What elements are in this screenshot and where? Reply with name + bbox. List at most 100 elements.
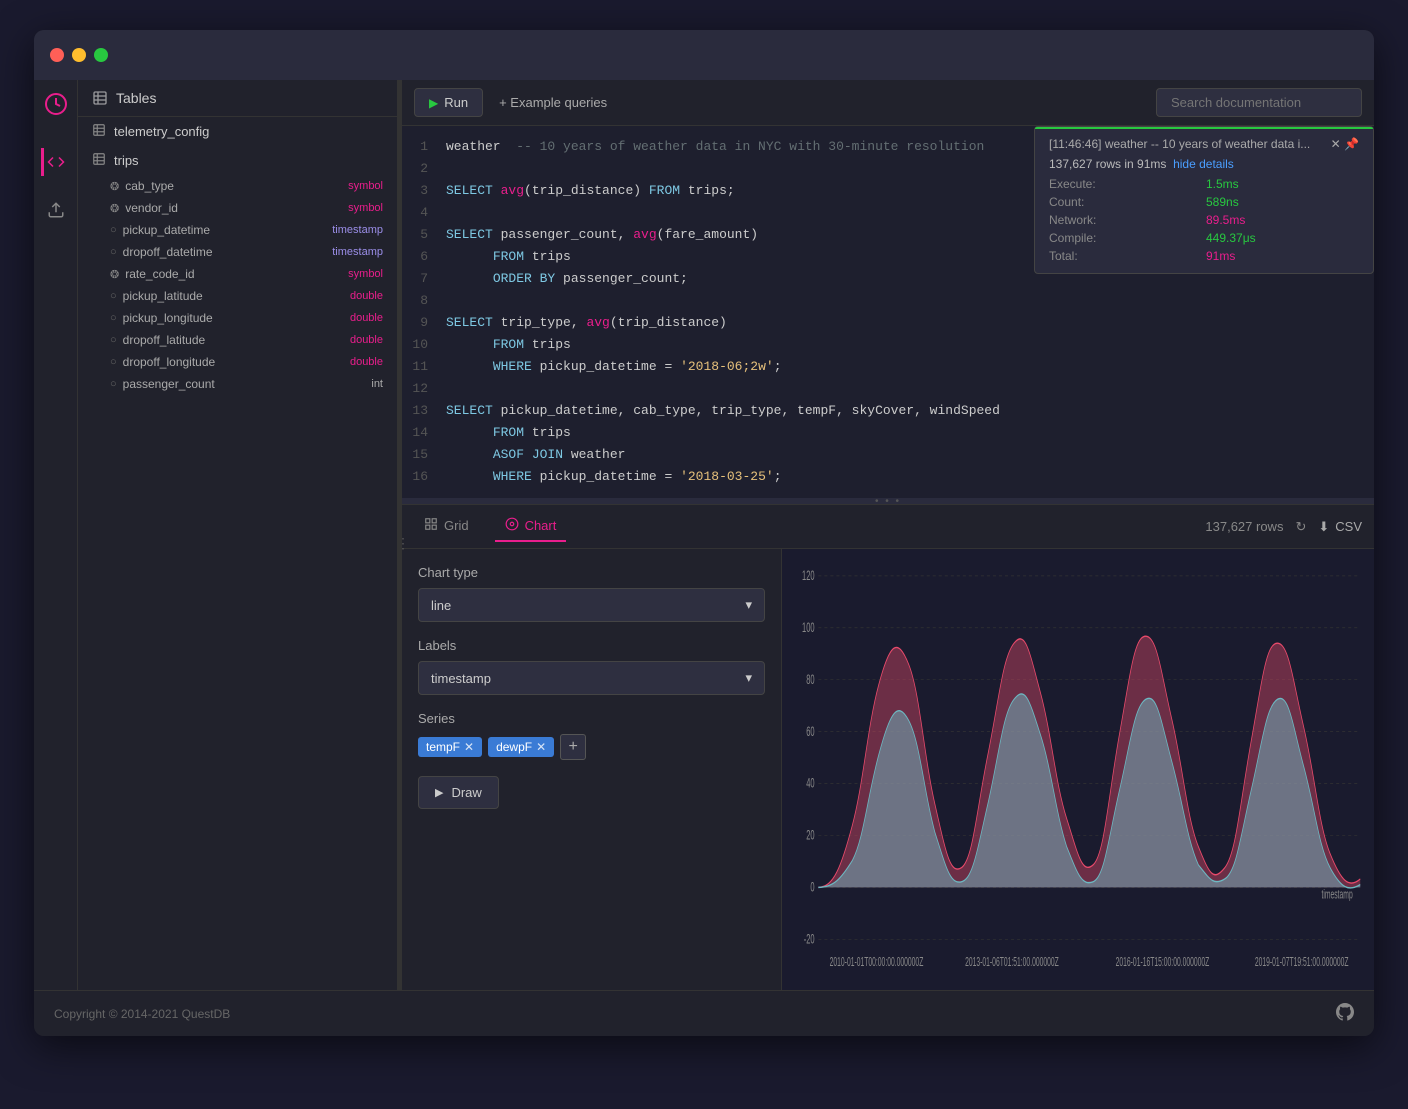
chart-controls: Chart type line ▾ Labels timestamp ▾ Ser… [402, 549, 782, 990]
field-type-dropoff-dt: timestamp [332, 246, 383, 258]
close-dot[interactable] [50, 48, 64, 62]
count-value: 589ns [1206, 195, 1359, 209]
series-tag-dewpf[interactable]: dewpF ✕ [488, 737, 554, 757]
tag-tempf-remove[interactable]: ✕ [464, 740, 474, 754]
y-neg20: -20 [804, 932, 815, 947]
y-40: 40 [806, 777, 814, 792]
tab-chart[interactable]: Chart [495, 511, 567, 542]
labels-value: timestamp [431, 671, 491, 686]
labels-label: Labels [418, 638, 765, 653]
series-tag-tempf[interactable]: tempF ✕ [418, 737, 482, 757]
labels-select[interactable]: timestamp ▾ [418, 661, 765, 695]
notif-stats: Execute: 1.5ms Count: 589ns Network: 89.… [1049, 177, 1359, 263]
csv-label: CSV [1335, 519, 1362, 534]
grid-tab-icon [424, 517, 438, 534]
hide-details-link[interactable]: hide details [1173, 157, 1234, 171]
query-notification: [11:46:46] weather -- 10 years of weathe… [1034, 126, 1374, 274]
y-120: 120 [802, 569, 815, 584]
run-button[interactable]: ▶ Run [414, 88, 483, 117]
tables-icon [92, 90, 108, 106]
upload-icon[interactable] [42, 196, 70, 224]
series-label: Series [418, 711, 765, 726]
chart-type-value: line [431, 598, 451, 613]
chart-panel: Chart type line ▾ Labels timestamp ▾ Ser… [402, 549, 1374, 990]
notif-close-button[interactable]: ✕ 📌 [1331, 137, 1359, 151]
dewpf-area [818, 694, 1360, 888]
compile-value: 449.37μs [1206, 231, 1359, 245]
csv-download-button[interactable]: ⬇ CSV [1318, 519, 1362, 535]
notif-header: [11:46:46] weather -- 10 years of weathe… [1049, 137, 1359, 151]
network-label: Network: [1049, 213, 1202, 227]
field-pickup-lat: ○ pickup_latitude double [78, 285, 397, 307]
field-type-dropoff-lat: double [350, 334, 383, 346]
table-item-telemetry[interactable]: telemetry_config [78, 117, 397, 146]
y-0: 0 [810, 880, 814, 895]
x-label-2: 2013-01-06T01:51:00.000000Z [965, 956, 1059, 970]
results-tabs: Grid Chart 137,627 rows ↻ ⬇ [402, 504, 1374, 549]
add-series-button[interactable]: + [560, 734, 586, 760]
field-dropoff-datetime: ○ dropoff_datetime timestamp [78, 241, 397, 263]
tab-grid[interactable]: Grid [414, 511, 479, 542]
chart-display: .grid-line { stroke: #333; stroke-width:… [782, 549, 1374, 990]
field-vendor-id: ❂ vendor_id symbol [78, 197, 397, 219]
telemetry-table-name: telemetry_config [114, 124, 209, 139]
y-20: 20 [806, 828, 814, 843]
chart-tab-label: Chart [525, 518, 557, 533]
x-label-3: 2016-01-16T15:00:00.000000Z [1116, 956, 1210, 970]
tables-header: Tables [78, 80, 397, 117]
chart-tab-icon [505, 517, 519, 534]
code-icon[interactable] [41, 148, 69, 176]
tag-dewpf-remove[interactable]: ✕ [536, 740, 546, 754]
notif-rows-info: 137,627 rows in 91ms hide details [1049, 157, 1359, 171]
tables-panel: Tables telemetry_config [78, 80, 398, 990]
notif-success-bar [1035, 127, 1373, 129]
y-100: 100 [802, 621, 815, 636]
count-label: Count: [1049, 195, 1202, 209]
run-play-icon: ▶ [429, 96, 438, 110]
field-pickup-datetime: ○ pickup_datetime timestamp [78, 219, 397, 241]
x-label-4: 2019-01-07T19:51:00.000000Z [1255, 956, 1349, 970]
x-label-1: 2010-01-01T00:00:00.000000Z [830, 956, 924, 970]
run-label: Run [444, 95, 468, 110]
editor-container: 12345 678910 1112131415 16 weather -- 10… [402, 126, 1374, 498]
field-dropoff-lat: ○ dropoff_latitude double [78, 329, 397, 351]
notif-title: [11:46:46] weather -- 10 years of weathe… [1049, 137, 1310, 151]
field-type-vendor-id: symbol [348, 202, 383, 214]
labels-chevron-icon: ▾ [745, 670, 752, 686]
field-dropoff-lon: ○ dropoff_longitude double [78, 351, 397, 373]
chart-type-select[interactable]: line ▾ [418, 588, 765, 622]
results-info: 137,627 rows ↻ ⬇ CSV [1205, 519, 1362, 535]
search-documentation-input[interactable] [1156, 88, 1362, 117]
draw-label: Draw [451, 785, 481, 800]
network-value: 89.5ms [1206, 213, 1359, 227]
table-item-trips[interactable]: trips [78, 146, 397, 175]
example-queries-button[interactable]: + Example queries [499, 95, 607, 110]
trips-table-name: trips [114, 153, 139, 168]
questdb-logo-icon [42, 90, 70, 118]
line-numbers: 12345 678910 1112131415 16 [402, 136, 438, 488]
footer: Copyright © 2014-2021 QuestDB [34, 990, 1374, 1036]
footer-copyright: Copyright © 2014-2021 QuestDB [54, 1007, 230, 1021]
field-pickup-lon: ○ pickup_longitude double [78, 307, 397, 329]
minimize-dot[interactable] [72, 48, 86, 62]
maximize-dot[interactable] [94, 48, 108, 62]
total-label: Total: [1049, 249, 1202, 263]
tag-tempf-label: tempF [426, 740, 460, 754]
github-icon[interactable] [1336, 1003, 1354, 1024]
sidebar-icons [34, 80, 78, 990]
draw-play-icon: ▶ [435, 786, 443, 799]
chevron-down-icon: ▾ [745, 597, 752, 613]
chart-svg: .grid-line { stroke: #333; stroke-width:… [792, 559, 1364, 980]
total-value: 91ms [1206, 249, 1359, 263]
execute-label: Execute: [1049, 177, 1202, 191]
download-icon: ⬇ [1318, 519, 1329, 535]
trips-table-grid-icon [92, 152, 106, 169]
compile-label: Compile: [1049, 231, 1202, 245]
draw-button[interactable]: ▶ Draw [418, 776, 499, 809]
execute-value: 1.5ms [1206, 177, 1359, 191]
tables-label: Tables [116, 90, 156, 106]
y-80: 80 [806, 673, 814, 688]
series-tags: tempF ✕ dewpF ✕ + [418, 734, 765, 760]
main-area: ▶ Run + Example queries 12345 678910 111… [402, 80, 1374, 990]
refresh-icon[interactable]: ↻ [1295, 519, 1306, 535]
